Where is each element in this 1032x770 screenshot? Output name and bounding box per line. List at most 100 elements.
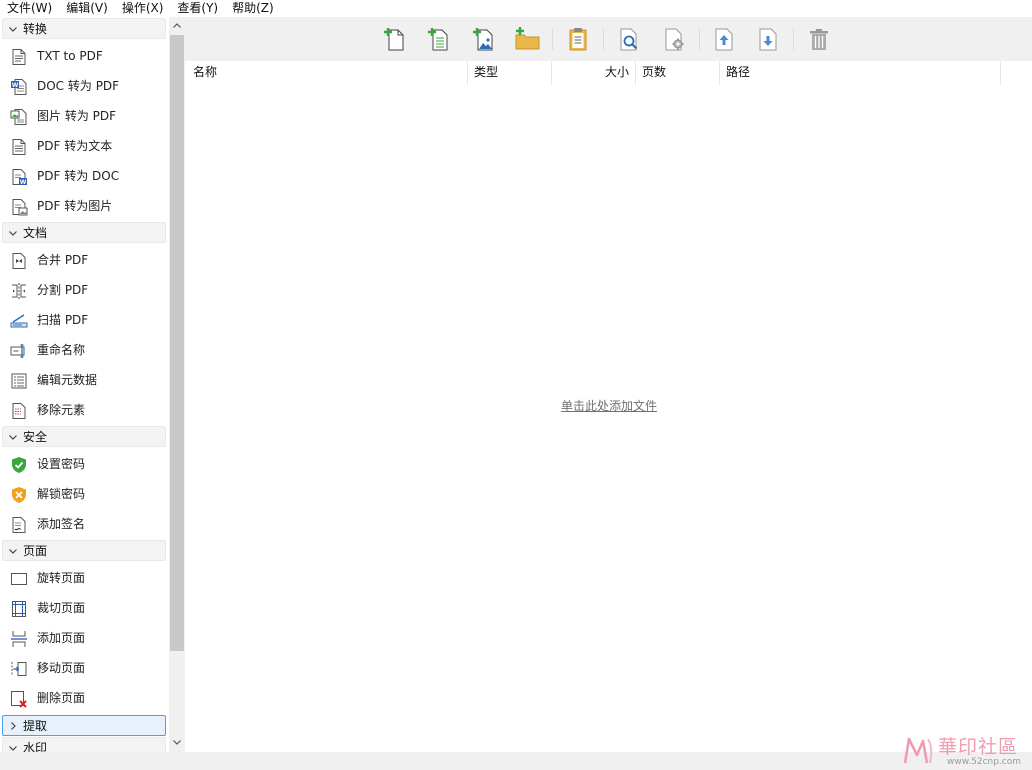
- column-divider[interactable]: [719, 61, 720, 85]
- menu-file[interactable]: 文件(W): [0, 0, 59, 17]
- settings-button[interactable]: [659, 24, 689, 54]
- image-file-icon: [10, 108, 28, 126]
- delete-button[interactable]: [804, 24, 834, 54]
- sidebar-item-label: 添加签名: [37, 517, 86, 531]
- watermark-text: 華印社區: [938, 736, 1019, 758]
- svg-text:W: W: [20, 179, 27, 186]
- paste-button[interactable]: [563, 24, 593, 54]
- menu-help[interactable]: 帮助(Z): [225, 0, 281, 17]
- sidebar-item-label: 解锁密码: [37, 487, 86, 501]
- toolbar-separator: [552, 28, 553, 50]
- signature-icon: [10, 516, 28, 534]
- logo-icon: [903, 737, 933, 764]
- sidebar-item-move-page[interactable]: 移动页面: [0, 653, 166, 683]
- sidebar-item-pdf-to-doc[interactable]: W PDF 转为 DOC: [0, 161, 166, 191]
- sidebar-item-label: 扫描 PDF: [37, 313, 89, 327]
- scrollbar-thumb[interactable]: [170, 35, 184, 651]
- sidebar-item-scan-pdf[interactable]: 扫描 PDF: [0, 305, 166, 335]
- merge-icon: [10, 252, 28, 270]
- sidebar-item-doc-to-pdf[interactable]: W DOC 转为 PDF: [0, 71, 166, 101]
- status-bar: [0, 752, 1032, 770]
- sidebar-item-rotate-page[interactable]: 旋转页面: [0, 563, 166, 593]
- watermark-url: www.52cnp.com: [947, 757, 1022, 767]
- toolbar-separator: [699, 28, 700, 50]
- add-text-file-icon: [428, 28, 448, 51]
- column-divider[interactable]: [551, 61, 552, 85]
- delete-page-icon: [10, 690, 28, 708]
- chevron-down-icon: [6, 430, 20, 444]
- arrow-up-icon: [715, 28, 733, 51]
- sidebar-item-crop-page[interactable]: 裁切页面: [0, 593, 166, 623]
- move-up-button[interactable]: [709, 24, 739, 54]
- menu-edit[interactable]: 编辑(V): [59, 0, 115, 17]
- sidebar-item-image-to-pdf[interactable]: 图片 转为 PDF: [0, 101, 166, 131]
- word-file-icon: W: [10, 78, 28, 96]
- rotate-page-icon: [10, 570, 28, 588]
- split-icon: [10, 282, 28, 300]
- add-image-file-button[interactable]: [468, 24, 498, 54]
- column-header-path[interactable]: 路径: [726, 61, 750, 85]
- sidebar-item-label: PDF 转为文本: [37, 139, 113, 153]
- column-header-size[interactable]: 大小: [605, 61, 629, 85]
- section-title: 水印: [23, 741, 48, 752]
- scanner-icon: [10, 312, 28, 330]
- menu-bar: 文件(W) 编辑(V) 操作(X) 查看(Y) 帮助(Z): [0, 0, 1032, 17]
- sidebar-item-add-page[interactable]: 添加页面: [0, 623, 166, 653]
- toolbar-separator: [603, 28, 604, 50]
- document-gear-icon: [665, 28, 684, 51]
- section-extract[interactable]: 提取: [2, 715, 166, 736]
- scroll-down-arrow-icon[interactable]: [169, 734, 185, 750]
- sidebar-item-delete-page[interactable]: 删除页面: [0, 683, 166, 713]
- scroll-up-arrow-icon[interactable]: [169, 18, 185, 34]
- menu-view[interactable]: 查看(Y): [170, 0, 225, 17]
- add-text-file-button[interactable]: [423, 24, 453, 54]
- sidebar-item-pdf-to-image[interactable]: PDF 转为图片: [0, 191, 166, 221]
- sidebar-item-pdf-to-text[interactable]: PDF 转为文本: [0, 131, 166, 161]
- txt-file-icon: [10, 48, 28, 66]
- sidebar-item-add-signature[interactable]: 添加签名: [0, 509, 166, 539]
- section-document[interactable]: 文档: [2, 222, 166, 243]
- watermark-logo: 華印社區 www.52cnp.com: [900, 730, 1032, 770]
- sidebar-scrollbar[interactable]: [169, 17, 185, 752]
- add-folder-button[interactable]: [512, 24, 542, 54]
- sidebar-item-rename[interactable]: 重命名称: [0, 335, 166, 365]
- section-convert[interactable]: 转换: [2, 18, 166, 39]
- sidebar-item-remove-elements[interactable]: 移除元素: [0, 395, 166, 425]
- shield-check-icon: [10, 456, 28, 474]
- sidebar-item-label: 旋转页面: [37, 571, 86, 585]
- main-pane: 名称 类型 大小 页数 路径 单击此处添加文件: [185, 17, 1032, 752]
- sidebar-item-split-pdf[interactable]: 分割 PDF: [0, 275, 166, 305]
- section-title: 转换: [23, 22, 48, 36]
- column-header-name[interactable]: 名称: [193, 61, 217, 85]
- sidebar-item-edit-metadata[interactable]: 编辑元数据: [0, 365, 166, 395]
- toolbar-separator: [793, 28, 794, 50]
- sidebar-item-label: 设置密码: [37, 457, 86, 471]
- sidebar-item-txt-to-pdf[interactable]: TXT to PDF: [0, 41, 166, 71]
- add-file-button[interactable]: [379, 24, 409, 54]
- column-header-pages[interactable]: 页数: [642, 61, 666, 85]
- sidebar-item-label: 编辑元数据: [37, 373, 98, 387]
- section-pages[interactable]: 页面: [2, 540, 166, 561]
- column-divider[interactable]: [467, 61, 468, 85]
- sidebar-item-label: 重命名称: [37, 343, 86, 357]
- sidebar-item-set-password[interactable]: 设置密码: [0, 449, 166, 479]
- chevron-down-icon: [6, 22, 20, 36]
- sidebar-item-label: 移除元素: [37, 403, 86, 417]
- menu-action[interactable]: 操作(X): [115, 0, 171, 17]
- sidebar-item-label: 添加页面: [37, 631, 86, 645]
- sidebar-item-label: PDF 转为图片: [37, 199, 113, 213]
- column-divider[interactable]: [635, 61, 636, 85]
- add-file-icon: [384, 28, 404, 51]
- section-watermark[interactable]: 水印: [2, 737, 166, 752]
- move-down-button[interactable]: [753, 24, 783, 54]
- sidebar-item-unlock-password[interactable]: 解锁密码: [0, 479, 166, 509]
- remove-elements-icon: [10, 402, 28, 420]
- section-security[interactable]: 安全: [2, 426, 166, 447]
- column-header-type[interactable]: 类型: [474, 61, 498, 85]
- sidebar-item-merge-pdf[interactable]: 合并 PDF: [0, 245, 166, 275]
- preview-button[interactable]: [614, 24, 644, 54]
- clipboard-icon: [569, 28, 587, 51]
- crop-page-icon: [10, 600, 28, 618]
- add-files-link[interactable]: 单击此处添加文件: [561, 397, 657, 414]
- column-divider[interactable]: [1000, 61, 1001, 85]
